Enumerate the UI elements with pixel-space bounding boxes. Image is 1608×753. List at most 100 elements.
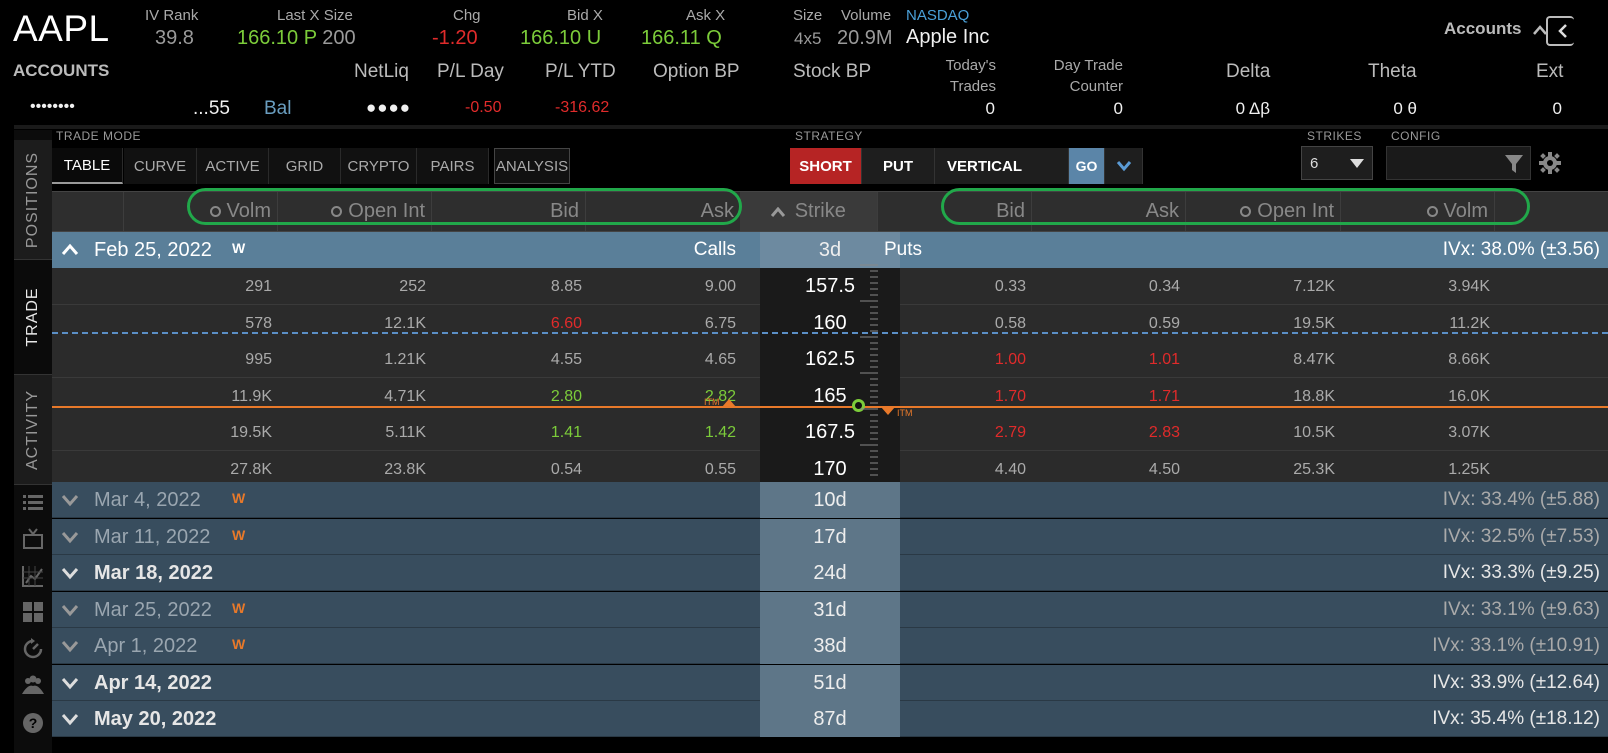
cell-c-volm[interactable]: 291: [124, 268, 272, 305]
filter-icon[interactable]: [1505, 154, 1523, 174]
account-masked-id[interactable]: ••••••••: [30, 98, 75, 116]
cell-p-volm[interactable]: 8.66K: [1341, 341, 1490, 378]
go-button[interactable]: GO: [1069, 148, 1105, 184]
cell-p-ask[interactable]: 1.71: [1032, 378, 1180, 415]
expiration-row[interactable]: Mar 18, 2022 24d IVx: 33.3% (±9.25): [52, 555, 1608, 591]
expiration-row[interactable]: May 20, 2022 87d IVx: 35.4% (±18.12): [52, 701, 1608, 737]
vertical-button[interactable]: VERTICAL: [935, 148, 1069, 184]
expiration-header-expanded[interactable]: Feb 25, 2022 W Calls 3d Puts IVx: 38.0% …: [52, 232, 1608, 268]
tab-curve[interactable]: CURVE: [124, 148, 197, 184]
cell-c-bid[interactable]: 2.80: [432, 378, 582, 415]
caret-down-icon: [1350, 159, 1364, 168]
cell-c-oi[interactable]: 252: [278, 268, 426, 305]
cell-p-bid[interactable]: 1.00: [878, 341, 1026, 378]
short-button[interactable]: SHORT: [790, 148, 862, 184]
expiration-row[interactable]: Mar 11, 2022 W 17d IVx: 32.5% (±7.53): [52, 518, 1608, 555]
cell-p-bid[interactable]: 0.33: [878, 268, 1026, 305]
cell-c-oi[interactable]: 4.71K: [278, 378, 426, 415]
days-to-expiration: 17d: [760, 518, 900, 555]
table-row[interactable]: 578 12.1K 6.60 6.75 0.58 0.59 19.5K 11.2K 160: [52, 304, 1608, 342]
cell-p-oi[interactable]: 19.5K: [1186, 305, 1335, 342]
cell-c-oi[interactable]: 12.1K: [278, 305, 426, 342]
tab-analysis[interactable]: ANALYSIS: [494, 148, 570, 184]
gear-icon[interactable]: [1539, 152, 1561, 174]
cell-p-oi[interactable]: 8.47K: [1186, 341, 1335, 378]
strikes-select[interactable]: 6: [1301, 146, 1373, 180]
chevron-up-icon[interactable]: [60, 240, 80, 260]
expiration-row[interactable]: Apr 1, 2022 W 38d IVx: 33.1% (±10.91): [52, 628, 1608, 664]
expiration-row[interactable]: Apr 14, 2022 51d IVx: 33.9% (±12.64): [52, 664, 1608, 701]
cell-p-volm[interactable]: 3.07K: [1341, 414, 1490, 451]
cell-c-ask[interactable]: 9.00: [586, 268, 736, 305]
accounts-button[interactable]: Accounts: [1444, 19, 1548, 39]
cell-p-ask[interactable]: 1.01: [1032, 341, 1180, 378]
cell-p-volm[interactable]: 16.0K: [1341, 378, 1490, 415]
chevron-down-icon[interactable]: [60, 563, 80, 583]
sidebar-tab-activity[interactable]: ACTIVITY: [14, 375, 52, 485]
cell-c-bid[interactable]: 6.60: [432, 305, 582, 342]
cell-p-ask[interactable]: 2.83: [1032, 414, 1180, 451]
expiration-date: Mar 4, 2022: [94, 489, 201, 511]
weekly-badge: W: [232, 490, 246, 506]
cell-c-volm[interactable]: 995: [124, 341, 272, 378]
grid-tiles-icon[interactable]: [20, 599, 46, 625]
cell-c-ask[interactable]: 6.75: [586, 305, 736, 342]
atm-dashed-line: [52, 332, 1608, 334]
cell-c-volm[interactable]: 578: [124, 305, 272, 342]
sidebar-tab-positions[interactable]: POSITIONS: [14, 140, 52, 260]
tab-table[interactable]: TABLE: [52, 148, 123, 184]
cell-c-oi[interactable]: 1.21K: [278, 341, 426, 378]
chevron-down-icon[interactable]: [60, 673, 80, 693]
expiration-row[interactable]: Mar 4, 2022 W 10d IVx: 33.4% (±5.88): [52, 482, 1608, 518]
tab-crypto[interactable]: CRYPTO: [341, 148, 417, 184]
cell-c-bid[interactable]: 8.85: [432, 268, 582, 305]
symbol[interactable]: AAPL: [13, 8, 110, 50]
col-strike[interactable]: Strike: [740, 192, 878, 231]
put-button[interactable]: PUT: [862, 148, 935, 184]
bid-value: 166.10 U: [520, 27, 602, 49]
cell-c-volm[interactable]: 11.9K: [124, 378, 272, 415]
table-row[interactable]: 291 252 8.85 9.00 0.33 0.34 7.12K 3.94K 157.5: [52, 268, 1608, 305]
community-icon[interactable]: [20, 672, 46, 698]
tab-grid[interactable]: GRID: [269, 148, 341, 184]
cell-p-bid[interactable]: 0.58: [878, 305, 1026, 342]
chevron-down-icon[interactable]: [60, 636, 80, 656]
expiration-row[interactable]: Mar 25, 2022 W 31d IVx: 33.1% (±9.63): [52, 591, 1608, 628]
cell-p-bid[interactable]: 2.79: [878, 414, 1026, 451]
chevron-down-icon[interactable]: [60, 600, 80, 620]
refresh-gauge-icon[interactable]: [20, 636, 46, 662]
cell-p-oi[interactable]: 7.12K: [1186, 268, 1335, 305]
tab-pairs[interactable]: PAIRS: [417, 148, 489, 184]
cell-p-oi[interactable]: 18.8K: [1186, 378, 1335, 415]
chart-grid-icon[interactable]: [20, 563, 46, 589]
weekly-badge: W: [232, 636, 246, 652]
tab-active[interactable]: ACTIVE: [197, 148, 269, 184]
help-icon[interactable]: ?: [20, 710, 46, 736]
collapse-panel-button[interactable]: [1546, 16, 1574, 46]
strategy-dropdown-button[interactable]: [1105, 148, 1143, 184]
cell-p-oi[interactable]: 10.5K: [1186, 414, 1335, 451]
cell-c-bid[interactable]: 1.41: [432, 414, 582, 451]
table-row[interactable]: 11.9K 4.71K 2.80 2.82 1.70 1.71 18.8K 16.0K 165: [52, 377, 1608, 415]
cell-p-volm[interactable]: 11.2K: [1341, 305, 1490, 342]
cell-p-volm[interactable]: 3.94K: [1341, 268, 1490, 305]
cell-p-ask[interactable]: 0.34: [1032, 268, 1180, 305]
sidebar-tab-trade[interactable]: TRADE: [14, 260, 52, 375]
chevron-down-icon[interactable]: [60, 527, 80, 547]
chevron-down-icon[interactable]: [60, 709, 80, 729]
tv-icon[interactable]: [20, 526, 46, 552]
table-row[interactable]: 19.5K 5.11K 1.41 1.42 2.79 2.83 10.5K 3.07K 167.…: [52, 414, 1608, 451]
cell-c-ask[interactable]: 2.82: [586, 378, 736, 415]
cell-c-ask[interactable]: 1.42: [586, 414, 736, 451]
table-row[interactable]: 995 1.21K 4.55 4.65 1.00 1.01 8.47K 8.66K 162.5: [52, 341, 1608, 378]
list-icon[interactable]: [20, 490, 46, 516]
bal-label[interactable]: Bal: [264, 98, 291, 120]
cell-c-volm[interactable]: 19.5K: [124, 414, 272, 451]
chevron-down-icon[interactable]: [60, 490, 80, 510]
cell-p-ask[interactable]: 0.59: [1032, 305, 1180, 342]
theta-label: Theta: [1368, 61, 1417, 82]
cell-c-ask[interactable]: 4.65: [586, 341, 736, 378]
cell-c-bid[interactable]: 4.55: [432, 341, 582, 378]
config-box[interactable]: [1386, 146, 1531, 180]
cell-c-oi[interactable]: 5.11K: [278, 414, 426, 451]
